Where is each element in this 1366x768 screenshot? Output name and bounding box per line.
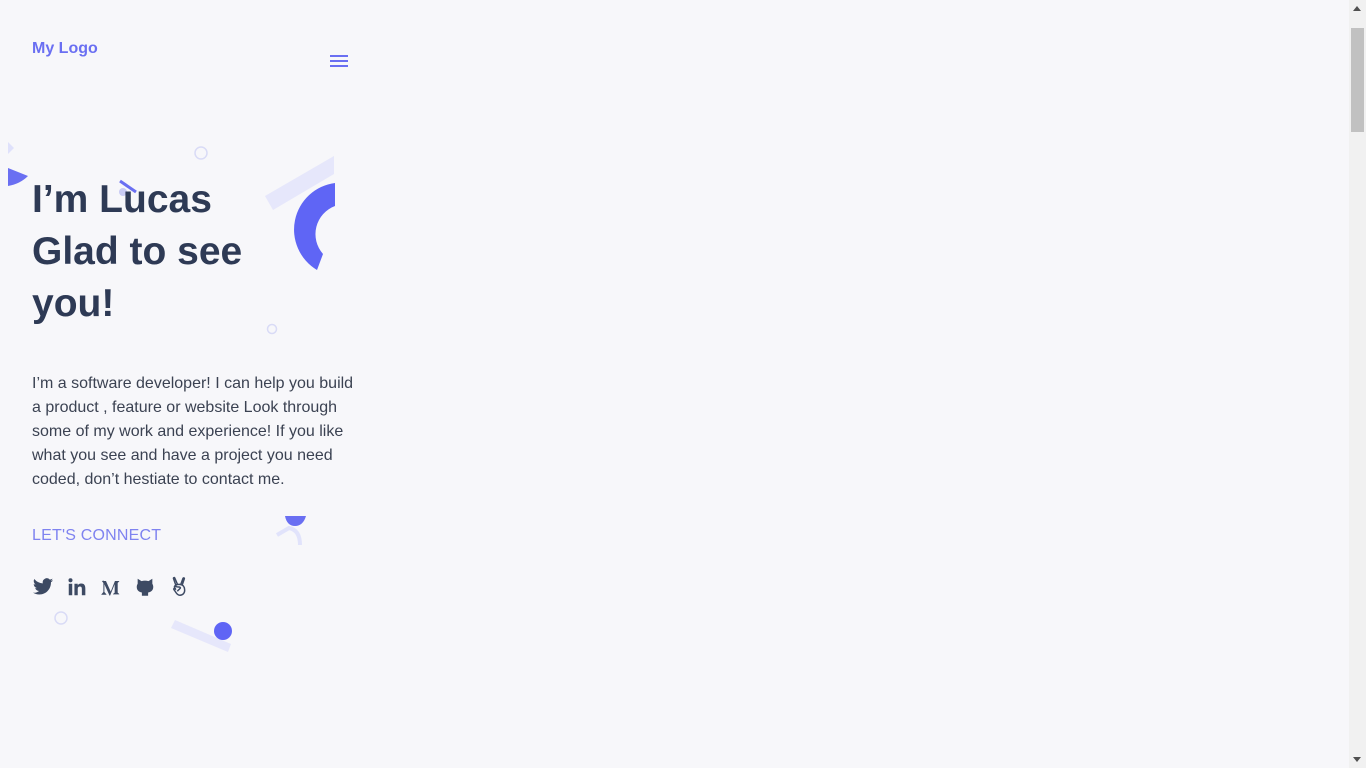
lets-connect-link[interactable]: LET'S CONNECT xyxy=(32,527,161,545)
hero-title-line-1: I’m Lucas xyxy=(32,178,212,221)
scroll-down-arrow-icon[interactable] xyxy=(1353,757,1361,762)
deco-half-circle-blue xyxy=(8,168,28,186)
hero-title: I’m Lucas Glad to see you! xyxy=(32,174,332,330)
hero-title-line-3: you! xyxy=(32,282,115,325)
intro-paragraph: I’m a software developer! I can help you… xyxy=(32,375,354,488)
deco-ring-top xyxy=(194,146,208,160)
scroll-up-arrow-icon[interactable] xyxy=(1353,6,1361,11)
hamburger-menu-icon[interactable] xyxy=(328,52,350,70)
hero-title-line-2: Glad to see xyxy=(32,230,243,273)
angellist-icon[interactable] xyxy=(168,576,190,598)
scroll-thumb[interactable] xyxy=(1351,28,1364,132)
vertical-scrollbar[interactable] xyxy=(1349,0,1366,768)
twitter-icon[interactable] xyxy=(32,576,54,598)
deco-ring-bottom xyxy=(54,611,68,625)
linkedin-icon[interactable] xyxy=(66,576,88,598)
page: My Logo I’m Lucas Glad to see you! I’m a… xyxy=(0,0,1349,768)
medium-icon[interactable] xyxy=(100,576,122,598)
github-icon[interactable] xyxy=(134,576,156,598)
logo-link[interactable]: My Logo xyxy=(32,40,98,58)
deco-half-circle-connect xyxy=(285,516,306,526)
deco-dot-blue xyxy=(214,622,232,640)
social-links xyxy=(32,576,190,598)
deco-hook-pale xyxy=(275,525,302,546)
deco-triangle-pale xyxy=(8,142,14,154)
